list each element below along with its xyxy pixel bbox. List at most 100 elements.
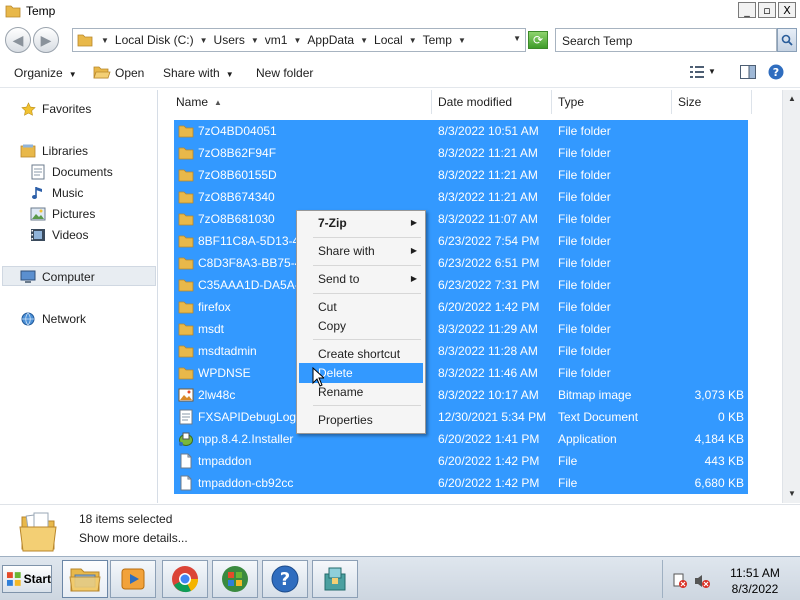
menu-item-copy[interactable]: Copy xyxy=(299,316,423,336)
taskbar-help[interactable]: ? xyxy=(262,560,308,598)
file-row[interactable]: 7zO8B681030 8/3/2022 11:07 AM File folder xyxy=(174,208,748,230)
chevron-down-icon[interactable]: ▼ xyxy=(405,36,421,45)
clock-time[interactable]: 11:51 AM xyxy=(719,566,791,580)
file-row[interactable]: 2lw48c 8/3/2022 10:17 AM Bitmap image 3,073… xyxy=(174,384,748,406)
clock-date[interactable]: 8/3/2022 xyxy=(719,582,791,596)
nav-item-videos[interactable]: Videos xyxy=(30,226,88,244)
file-row[interactable]: 7zO8B674340 8/3/2022 11:21 AM File folder xyxy=(174,186,748,208)
new-folder-button[interactable]: New folder xyxy=(256,66,313,80)
close-button[interactable]: X xyxy=(778,2,796,18)
vertical-scrollbar[interactable]: ▲ ▼ xyxy=(782,90,800,503)
menu-separator xyxy=(313,265,421,266)
preview-pane-icon[interactable] xyxy=(740,65,756,79)
file-name: 7zO4BD04051 xyxy=(198,124,277,138)
chevron-down-icon[interactable]: ▼ xyxy=(708,67,716,76)
nav-item-music[interactable]: Music xyxy=(30,184,83,202)
search-input[interactable]: Search Temp xyxy=(555,28,777,52)
file-date-modified: 8/3/2022 11:07 AM xyxy=(438,212,538,226)
window-title: Temp xyxy=(26,4,56,18)
bitmap-image-icon xyxy=(178,388,194,402)
file-row[interactable]: C35AAA1D-DA5A- 6/23/2022 7:31 PM File fold… xyxy=(174,274,748,296)
nav-item-pictures[interactable]: Pictures xyxy=(30,205,95,223)
menu-item-create-shortcut[interactable]: Create shortcut xyxy=(299,344,423,364)
folder-icon xyxy=(178,169,194,182)
menu-item-share-with[interactable]: Share with ▶ xyxy=(299,241,423,261)
address-bar[interactable]: ▼ Local Disk (C:) ▼ Users ▼ vm1 ▼ AppDat… xyxy=(72,28,526,52)
breadcrumb-temp[interactable]: Temp xyxy=(421,33,454,47)
column-header-date-modified[interactable]: Date modified xyxy=(432,90,552,114)
taskbar-explorer[interactable] xyxy=(62,560,108,598)
file-date-modified: 6/20/2022 1:42 PM xyxy=(438,454,540,468)
chevron-down-icon[interactable]: ▼ xyxy=(356,36,372,45)
organize-menu[interactable]: Organize ▼ xyxy=(14,66,77,80)
minimize-button[interactable]: _ xyxy=(738,2,756,18)
view-options-icon[interactable] xyxy=(690,66,704,78)
volume-muted-icon[interactable] xyxy=(693,572,711,590)
windows-logo-icon xyxy=(6,572,21,586)
address-history-dropdown[interactable]: ▼ xyxy=(513,34,521,43)
selection-count: 18 items selected xyxy=(79,512,173,526)
file-row[interactable]: npp.8.4.2.Installer 6/20/2022 1:41 PM Appl… xyxy=(174,428,748,450)
scroll-down-button[interactable]: ▼ xyxy=(784,485,800,501)
file-row[interactable]: firefox 6/20/2022 1:42 PM File folder xyxy=(174,296,748,318)
forward-button[interactable]: ▶ xyxy=(33,27,59,53)
share-with-menu[interactable]: Share with ▼ xyxy=(163,66,234,80)
refresh-button[interactable]: ⟳ xyxy=(528,31,548,49)
breadcrumb-local-disk[interactable]: Local Disk (C:) xyxy=(113,33,196,47)
file-row[interactable]: 8BF11C8A-5D13-4 6/23/2022 7:54 PM File fol… xyxy=(174,230,748,252)
file-row[interactable]: 7zO8B62F94F 8/3/2022 11:21 AM File folder xyxy=(174,142,748,164)
breadcrumb-users[interactable]: Users xyxy=(212,33,247,47)
nav-item-computer[interactable]: Computer xyxy=(20,268,95,286)
taskbar-media-player[interactable] xyxy=(110,560,156,598)
file-type: File folder xyxy=(558,146,611,160)
file-type: File folder xyxy=(558,124,611,138)
chevron-down-icon[interactable]: ▼ xyxy=(247,36,263,45)
back-button[interactable]: ◀ xyxy=(5,27,31,53)
chevron-down-icon[interactable]: ▼ xyxy=(289,36,305,45)
file-row[interactable]: msdtadmin 8/3/2022 11:28 AM File folder xyxy=(174,340,748,362)
taskbar-chrome[interactable] xyxy=(162,560,208,598)
scroll-up-button[interactable]: ▲ xyxy=(784,90,800,106)
file-row[interactable]: tmpaddon 6/20/2022 1:42 PM File 443 KB xyxy=(174,450,748,472)
file-row[interactable]: 7zO8B60155D 8/3/2022 11:21 AM File folder xyxy=(174,164,748,186)
maximize-button[interactable]: ▫ xyxy=(758,2,776,18)
file-size: 4,184 KB xyxy=(694,432,744,446)
taskbar-installer[interactable] xyxy=(312,560,358,598)
show-more-details-link[interactable]: Show more details... xyxy=(79,531,188,545)
file-row[interactable]: msdt 8/3/2022 11:29 AM File folder xyxy=(174,318,748,340)
menu-item-properties[interactable]: Properties xyxy=(299,410,423,430)
menu-item-cut[interactable]: Cut xyxy=(299,297,423,317)
file-list[interactable]: Name ▲ Date modified Type Size 7zO4BD0405… xyxy=(160,90,782,503)
nav-item-libraries[interactable]: Libraries xyxy=(20,142,88,160)
file-row[interactable]: C8D3F8A3-BB75-4 6/23/2022 6:51 PM File fol… xyxy=(174,252,748,274)
nav-item-documents[interactable]: Documents xyxy=(30,163,113,181)
file-row[interactable]: WPDNSE 8/3/2022 11:46 AM File folder xyxy=(174,362,748,384)
breadcrumb-appdata[interactable]: AppData xyxy=(305,33,356,47)
chevron-down-icon[interactable]: ▼ xyxy=(196,36,212,45)
search-button[interactable] xyxy=(777,28,797,52)
nav-item-favorites[interactable]: Favorites xyxy=(20,100,91,118)
chevron-down-icon[interactable]: ▼ xyxy=(454,36,470,45)
open-button[interactable]: Open xyxy=(93,66,144,80)
file-type: File folder xyxy=(558,256,611,270)
column-header-name[interactable]: Name ▲ xyxy=(160,90,432,114)
nav-item-network[interactable]: Network xyxy=(20,310,86,328)
file-row[interactable]: tmpaddon-cb92cc 6/20/2022 1:42 PM File 6,68… xyxy=(174,472,748,494)
taskbar-windows-orb[interactable] xyxy=(212,560,258,598)
file-icon xyxy=(180,453,192,469)
installer-icon xyxy=(324,567,346,591)
folder-icon xyxy=(178,279,194,292)
breadcrumb-vm1[interactable]: vm1 xyxy=(263,33,290,47)
start-button[interactable]: Start xyxy=(2,565,52,593)
chevron-down-icon[interactable]: ▼ xyxy=(97,36,113,45)
column-header-type[interactable]: Type xyxy=(552,90,672,114)
menu-separator xyxy=(313,339,421,340)
menu-item-7-zip[interactable]: 7-Zip ▶ xyxy=(299,213,423,233)
breadcrumb-local[interactable]: Local xyxy=(372,33,405,47)
column-header-size[interactable]: Size xyxy=(672,90,752,114)
menu-item-send-to[interactable]: Send to ▶ xyxy=(299,269,423,289)
help-icon[interactable]: ? xyxy=(768,64,784,80)
file-row[interactable]: 7zO4BD04051 8/3/2022 10:51 AM File folder xyxy=(174,120,748,142)
action-center-icon[interactable] xyxy=(671,572,689,590)
file-row[interactable]: FXSAPIDebugLogF 12/30/2021 5:34 PM Text Do… xyxy=(174,406,748,428)
